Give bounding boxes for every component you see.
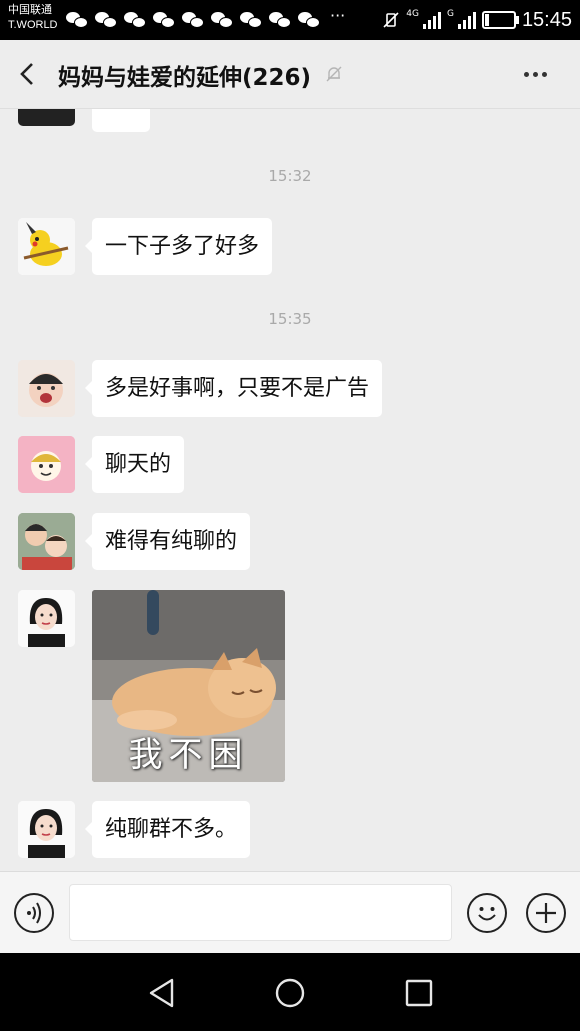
avatar[interactable]	[18, 360, 75, 417]
family-photo-avatar-icon	[18, 513, 75, 570]
wechat-notification-icon	[269, 10, 291, 28]
partial-sticker-message	[92, 109, 150, 132]
timestamp: 15:35	[268, 310, 312, 328]
emoji-icon[interactable]	[467, 893, 507, 933]
sticker-message[interactable]: 我不困	[92, 590, 285, 782]
system-icons: 4G G 15:45	[382, 6, 572, 34]
message-input[interactable]	[69, 884, 452, 941]
battery-level	[484, 14, 489, 26]
signal-icon	[422, 11, 441, 29]
nav-recent-apps-icon[interactable]	[401, 975, 437, 1011]
bell-off-icon	[326, 66, 342, 82]
wechat-notification-icon	[66, 10, 88, 28]
timestamp: 15:32	[268, 167, 312, 185]
carrier-brand: T.WORLD	[8, 19, 58, 31]
network-type-1: 4G	[406, 9, 419, 19]
wechat-notification-icon	[298, 10, 320, 28]
status-bar: 中国联通 T.WORLD ··· 4G G 15:45	[0, 0, 580, 40]
battery-icon	[481, 11, 519, 29]
system-navigation-bar	[0, 953, 580, 1031]
sticker-caption: 我不困	[128, 735, 249, 775]
carrier-label: 中国联通 T.WORLD	[8, 3, 58, 33]
nav-back-icon[interactable]	[144, 975, 180, 1011]
signal-icon-2	[457, 11, 476, 29]
wechat-notification-icon	[95, 10, 117, 28]
avatar[interactable]	[18, 801, 75, 858]
notification-overflow: ···	[330, 6, 346, 25]
avatar[interactable]	[18, 109, 75, 126]
input-bar	[0, 871, 580, 954]
wechat-notification-icon	[211, 10, 233, 28]
avatar[interactable]	[18, 590, 75, 647]
message-bubble[interactable]: 难得有纯聊的	[84, 513, 251, 570]
wechat-notification-icon	[124, 10, 146, 28]
woman-avatar-icon	[18, 801, 75, 858]
vibrate-off-icon	[383, 12, 399, 28]
chat-header: 妈妈与娃爱的延伸(226)	[0, 40, 580, 109]
notification-icons	[66, 10, 320, 30]
carrier-name: 中国联通	[8, 4, 52, 16]
plus-icon[interactable]	[526, 893, 566, 933]
message-bubble[interactable]: 纯聊群不多。	[84, 801, 251, 858]
pikachu-avatar-icon	[18, 218, 75, 275]
network-type-2: G	[446, 9, 454, 19]
nav-home-icon[interactable]	[272, 975, 308, 1011]
status-time: 15:45	[521, 8, 572, 31]
group-title: 妈妈与娃爱的延伸(226)	[58, 65, 312, 91]
baby-avatar-icon	[18, 360, 75, 417]
avatar[interactable]	[18, 513, 75, 570]
wechat-notification-icon	[182, 10, 204, 28]
woman-avatar-icon	[18, 590, 75, 647]
more-icon[interactable]	[524, 62, 554, 86]
wechat-notification-icon	[153, 10, 175, 28]
avatar[interactable]	[18, 218, 75, 275]
voice-icon[interactable]	[14, 893, 54, 933]
message-bubble[interactable]: 多是好事啊，只要不是广告	[84, 360, 383, 417]
cartoon-avatar-icon	[18, 436, 75, 493]
message-bubble[interactable]: 聊天的	[84, 436, 185, 493]
avatar[interactable]	[18, 436, 75, 493]
back-arrow-icon[interactable]	[14, 60, 42, 88]
wechat-notification-icon	[240, 10, 262, 28]
message-bubble[interactable]: 一下子多了好多	[84, 218, 273, 275]
message-list[interactable]: 15:32 一下子多了好多 15:35 多是好事啊，只要不是广告 聊天的 难得有…	[0, 109, 580, 871]
